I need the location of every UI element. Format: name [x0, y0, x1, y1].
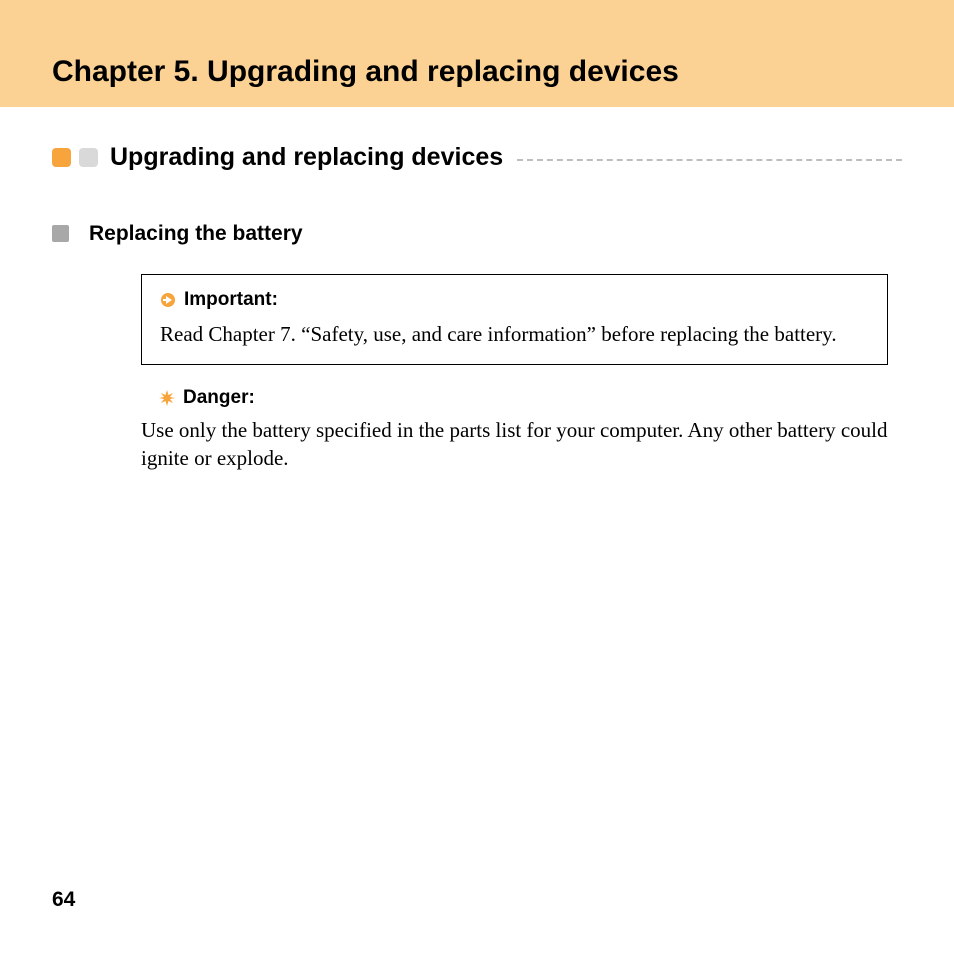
subsection-title: Replacing the battery — [89, 222, 303, 246]
danger-label: Danger: — [183, 387, 255, 409]
chapter-header-band: Chapter 5. Upgrading and replacing devic… — [0, 0, 954, 107]
important-label: Important: — [184, 289, 278, 311]
danger-header: Danger: — [159, 387, 888, 409]
page-content: Upgrading and replacing devices Replacin… — [0, 143, 954, 472]
divider-dashed — [517, 159, 902, 161]
section-title: Upgrading and replacing devices — [110, 143, 503, 172]
important-callout-box: Important: Read Chapter 7. “Safety, use,… — [141, 274, 888, 365]
page-number: 64 — [52, 888, 75, 912]
danger-callout: Danger: Use only the battery specified i… — [141, 387, 888, 472]
bullet-square-icon — [52, 225, 69, 242]
important-header: Important: — [160, 289, 869, 311]
arrow-right-icon — [160, 292, 176, 308]
important-text: Read Chapter 7. “Safety, use, and care i… — [160, 321, 869, 348]
burst-icon — [159, 390, 175, 406]
danger-text: Use only the battery specified in the pa… — [141, 417, 888, 472]
chapter-title: Chapter 5. Upgrading and replacing devic… — [52, 55, 954, 89]
bullet-orange-icon — [52, 148, 71, 167]
subsection-heading-row: Replacing the battery — [52, 222, 902, 246]
bullet-gray-icon — [79, 148, 98, 167]
section-heading-row: Upgrading and replacing devices — [52, 143, 902, 172]
